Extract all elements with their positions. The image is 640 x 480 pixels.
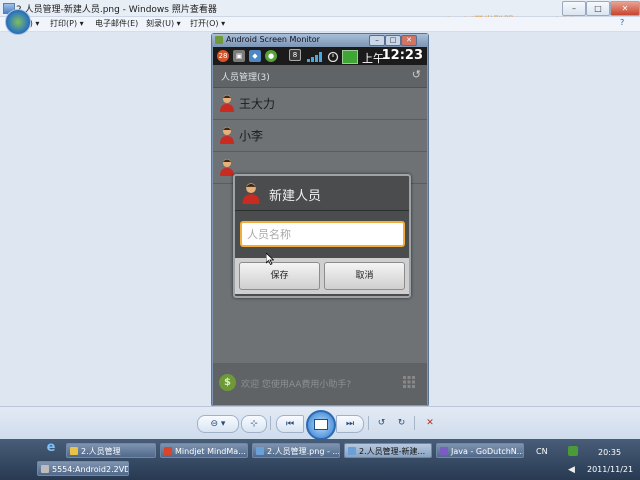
actual-size-button[interactable]: ⊹ xyxy=(241,415,267,433)
start-button[interactable] xyxy=(5,9,31,35)
previous-button[interactable]: ⏮ xyxy=(276,415,304,433)
task-label: 2.人员管理 xyxy=(81,447,121,456)
taskbar-item-java[interactable]: Java - GoDutchN... xyxy=(436,443,524,458)
taskbar-item-photo-1[interactable]: 2.人员管理.png - ... xyxy=(252,443,340,458)
person-icon xyxy=(220,95,234,112)
welcome-text: 欢迎 您使用AA费用小助手? xyxy=(241,380,352,390)
bottom-bar: $ 欢迎 您使用AA费用小助手? xyxy=(213,363,427,405)
person-icon xyxy=(242,183,260,204)
task-label: 2.人员管理.png - ... xyxy=(267,447,340,456)
signal-icon xyxy=(307,52,325,62)
android-status-bar: 28 ▣ ◆ ● 8 上午 12:23 xyxy=(213,47,427,65)
folder-icon xyxy=(70,447,78,455)
clock-time[interactable]: 20:35 xyxy=(598,448,621,457)
app-header: 人员管理(3) ↺ xyxy=(213,65,427,88)
task-label: Mindjet MindMa... xyxy=(175,447,246,456)
toolbar-separator xyxy=(368,416,369,430)
coin-icon: $ xyxy=(219,374,236,391)
taskbar-item-photo-2[interactable]: 2.人员管理-新建... xyxy=(344,443,432,458)
slideshow-button[interactable] xyxy=(306,410,336,440)
next-button[interactable]: ⏭ xyxy=(336,415,364,433)
task-label: 2.人员管理-新建... xyxy=(359,447,426,456)
page-title: 人员管理(3) xyxy=(221,73,270,83)
cancel-button[interactable]: 取消 xyxy=(324,262,405,290)
task-label: 5554:Android2.2VD xyxy=(52,465,129,474)
person-name: 小李 xyxy=(239,129,264,143)
clock-date[interactable]: 2011/11/21 xyxy=(587,465,633,474)
delete-button[interactable]: ✕ xyxy=(421,415,439,431)
window-title: 2.人员管理-新建人员.png - Windows 照片查看器 xyxy=(16,5,217,15)
slideshow-icon xyxy=(314,419,328,430)
person-name: 王大力 xyxy=(239,97,276,111)
mouse-cursor-icon xyxy=(266,253,274,265)
save-button[interactable]: 保存 xyxy=(239,262,320,290)
gift-icon: ▣ xyxy=(233,50,245,62)
emulator-icon xyxy=(41,465,49,473)
viewer-toolbar: ⊖ ▾ ⊹ ⏮ ⏭ ↺ ↻ ✕ xyxy=(0,406,640,440)
internet-explorer-icon[interactable]: e xyxy=(44,441,58,455)
system-tray: CN 20:35 ◀ 2011/11/21 xyxy=(532,441,640,480)
toolbar-separator xyxy=(270,416,271,430)
android-icon xyxy=(215,36,223,44)
person-name-input[interactable] xyxy=(242,223,403,245)
rotate-cw-button[interactable]: ↻ xyxy=(393,415,410,431)
menu-open[interactable]: 打开(O) ▾ xyxy=(190,18,225,29)
image-icon xyxy=(348,447,356,455)
battery-icon xyxy=(342,50,358,64)
shield-icon: ◆ xyxy=(249,50,261,62)
asm-close-button[interactable]: ✕ xyxy=(401,35,417,46)
status-time: 12:23 xyxy=(381,48,423,63)
grid-menu-icon[interactable] xyxy=(403,376,415,388)
eclipse-icon xyxy=(440,447,448,455)
menu-bar: 文件(F) ▾ 打印(P) ▾ 电子邮件(E) 刻录(U) ▾ 打开(O) ▾ … xyxy=(0,17,640,32)
screen-monitor-titlebar: Android Screen Monitor – □ ✕ xyxy=(212,34,428,46)
task-label: Java - GoDutchN... xyxy=(451,447,524,456)
toolbar-separator xyxy=(414,416,415,430)
network-icon[interactable] xyxy=(568,446,578,456)
person-icon xyxy=(220,159,234,176)
taskbar-item-mindjet[interactable]: Mindjet MindMa... xyxy=(160,443,248,458)
menu-print[interactable]: 打印(P) ▾ xyxy=(50,18,84,29)
person-icon xyxy=(220,127,234,144)
dialog-title: 新建人员 xyxy=(269,189,322,204)
usb-icon: ● xyxy=(265,50,277,62)
language-indicator[interactable]: CN xyxy=(536,447,548,456)
mindjet-icon xyxy=(164,447,172,455)
asm-maximize-button[interactable]: □ xyxy=(385,35,401,46)
screen-monitor-title: Android Screen Monitor xyxy=(226,35,320,44)
volume-icon[interactable]: ◀ xyxy=(568,465,578,475)
taskbar-item-emulator[interactable]: 5554:Android2.2VD xyxy=(37,461,129,476)
menu-burn[interactable]: 刻录(U) ▾ xyxy=(146,18,181,29)
image-icon xyxy=(256,447,264,455)
notification-count-icon: 8 xyxy=(289,49,301,61)
asm-minimize-button[interactable]: – xyxy=(369,35,385,46)
return-icon[interactable]: ↺ xyxy=(412,68,421,81)
new-person-dialog: 新建人员 保存 取消 xyxy=(233,174,411,298)
menu-email[interactable]: 电子邮件(E) xyxy=(95,18,138,29)
person-name-field-wrapper xyxy=(240,221,405,247)
list-item[interactable]: 王大力 xyxy=(213,88,427,120)
calendar-badge-icon: 28 xyxy=(217,50,229,62)
list-item[interactable]: 小李 xyxy=(213,120,427,152)
rotate-ccw-button[interactable]: ↺ xyxy=(373,415,390,431)
zoom-button[interactable]: ⊖ ▾ xyxy=(197,415,239,433)
help-icon[interactable]: ? xyxy=(620,18,624,27)
taskbar-item-folder[interactable]: 2.人员管理 xyxy=(66,443,156,458)
dialog-divider xyxy=(235,210,409,211)
dialog-button-bar: 保存 取消 xyxy=(235,258,409,294)
alarm-icon xyxy=(327,51,339,63)
